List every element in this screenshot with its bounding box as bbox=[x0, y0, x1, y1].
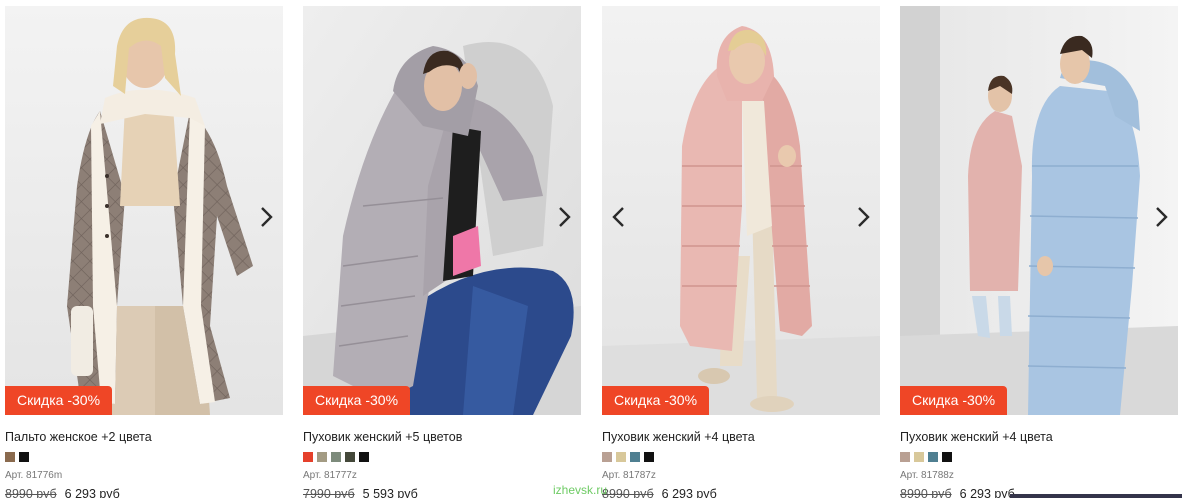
product-article: Арт. 81787z bbox=[602, 470, 656, 481]
price-block: 8990 руб 6 293 руб bbox=[602, 487, 717, 498]
color-swatch[interactable] bbox=[359, 452, 369, 462]
product-card[interactable]: Скидка -30% Пуховик женский +5 цветов Ар… bbox=[303, 6, 581, 498]
color-swatches bbox=[5, 452, 29, 462]
next-image-button[interactable] bbox=[253, 202, 279, 232]
color-swatch[interactable] bbox=[317, 452, 327, 462]
discount-badge: Скидка -30% bbox=[5, 386, 113, 415]
bottom-bar bbox=[1010, 494, 1182, 498]
color-swatch[interactable] bbox=[914, 452, 924, 462]
color-swatches bbox=[900, 452, 952, 462]
product-title[interactable]: Пальто женское +2 цвета bbox=[5, 430, 152, 444]
product-photo[interactable]: Скидка -30% bbox=[900, 6, 1178, 415]
old-price: 8990 руб bbox=[900, 487, 952, 498]
new-price: 6 293 руб bbox=[959, 487, 1015, 498]
discount-badge: Скидка -30% bbox=[303, 386, 411, 415]
product-card[interactable]: Скидка -30% Пуховик женский +4 цвета Арт… bbox=[602, 6, 880, 498]
chevron-right-icon bbox=[261, 207, 273, 227]
new-price: 6 293 руб bbox=[661, 487, 717, 498]
color-swatch[interactable] bbox=[630, 452, 640, 462]
color-swatch[interactable] bbox=[644, 452, 654, 462]
product-title[interactable]: Пуховик женский +5 цветов bbox=[303, 430, 462, 444]
color-swatch[interactable] bbox=[303, 452, 313, 462]
product-image-puffer-blue bbox=[900, 6, 1178, 415]
color-swatch[interactable] bbox=[19, 452, 29, 462]
discount-badge: Скидка -30% bbox=[900, 386, 1008, 415]
prev-image-button[interactable] bbox=[606, 202, 632, 232]
chevron-right-icon bbox=[559, 207, 571, 227]
product-article: Арт. 81777z bbox=[303, 470, 357, 481]
price-block: 8990 руб 6 293 руб bbox=[5, 487, 120, 498]
product-article: Арт. 81788z bbox=[900, 470, 954, 481]
old-price: 8990 руб bbox=[5, 487, 57, 498]
product-title[interactable]: Пуховик женский +4 цвета bbox=[900, 430, 1053, 444]
old-price: 8990 руб bbox=[602, 487, 654, 498]
chevron-right-icon bbox=[1156, 207, 1168, 227]
product-image-coat-taupe bbox=[5, 6, 283, 415]
product-photo[interactable]: Скидка -30% bbox=[303, 6, 581, 415]
color-swatch[interactable] bbox=[616, 452, 626, 462]
color-swatches bbox=[602, 452, 654, 462]
new-price: 5 593 руб bbox=[362, 487, 418, 498]
next-image-button[interactable] bbox=[850, 202, 876, 232]
discount-badge: Скидка -30% bbox=[602, 386, 710, 415]
product-article: Арт. 81776m bbox=[5, 470, 63, 481]
site-watermark: izhevsk.ru bbox=[553, 483, 608, 497]
color-swatch[interactable] bbox=[5, 452, 15, 462]
product-card[interactable]: Скидка -30% Пуховик женский +4 цвета Арт… bbox=[900, 6, 1178, 498]
product-image-puffer-pink bbox=[602, 6, 880, 415]
product-grid: Скидка -30% Пальто женское +2 цвета Арт.… bbox=[5, 6, 1178, 498]
next-image-button[interactable] bbox=[1148, 202, 1174, 232]
color-swatch[interactable] bbox=[345, 452, 355, 462]
price-block: 7990 руб 5 593 руб bbox=[303, 487, 418, 498]
color-swatch[interactable] bbox=[331, 452, 341, 462]
chevron-right-icon bbox=[858, 207, 870, 227]
next-image-button[interactable] bbox=[551, 202, 577, 232]
color-swatch[interactable] bbox=[602, 452, 612, 462]
old-price: 7990 руб bbox=[303, 487, 355, 498]
product-title[interactable]: Пуховик женский +4 цвета bbox=[602, 430, 755, 444]
color-swatch[interactable] bbox=[928, 452, 938, 462]
color-swatch[interactable] bbox=[900, 452, 910, 462]
price-block: 8990 руб 6 293 руб bbox=[900, 487, 1015, 498]
chevron-left-icon bbox=[612, 207, 624, 227]
color-swatches bbox=[303, 452, 369, 462]
product-photo[interactable]: Скидка -30% bbox=[602, 6, 880, 415]
product-photo[interactable]: Скидка -30% bbox=[5, 6, 283, 415]
new-price: 6 293 руб bbox=[64, 487, 120, 498]
product-image-puffer-grey bbox=[303, 6, 581, 415]
product-card[interactable]: Скидка -30% Пальто женское +2 цвета Арт.… bbox=[5, 6, 283, 498]
color-swatch[interactable] bbox=[942, 452, 952, 462]
